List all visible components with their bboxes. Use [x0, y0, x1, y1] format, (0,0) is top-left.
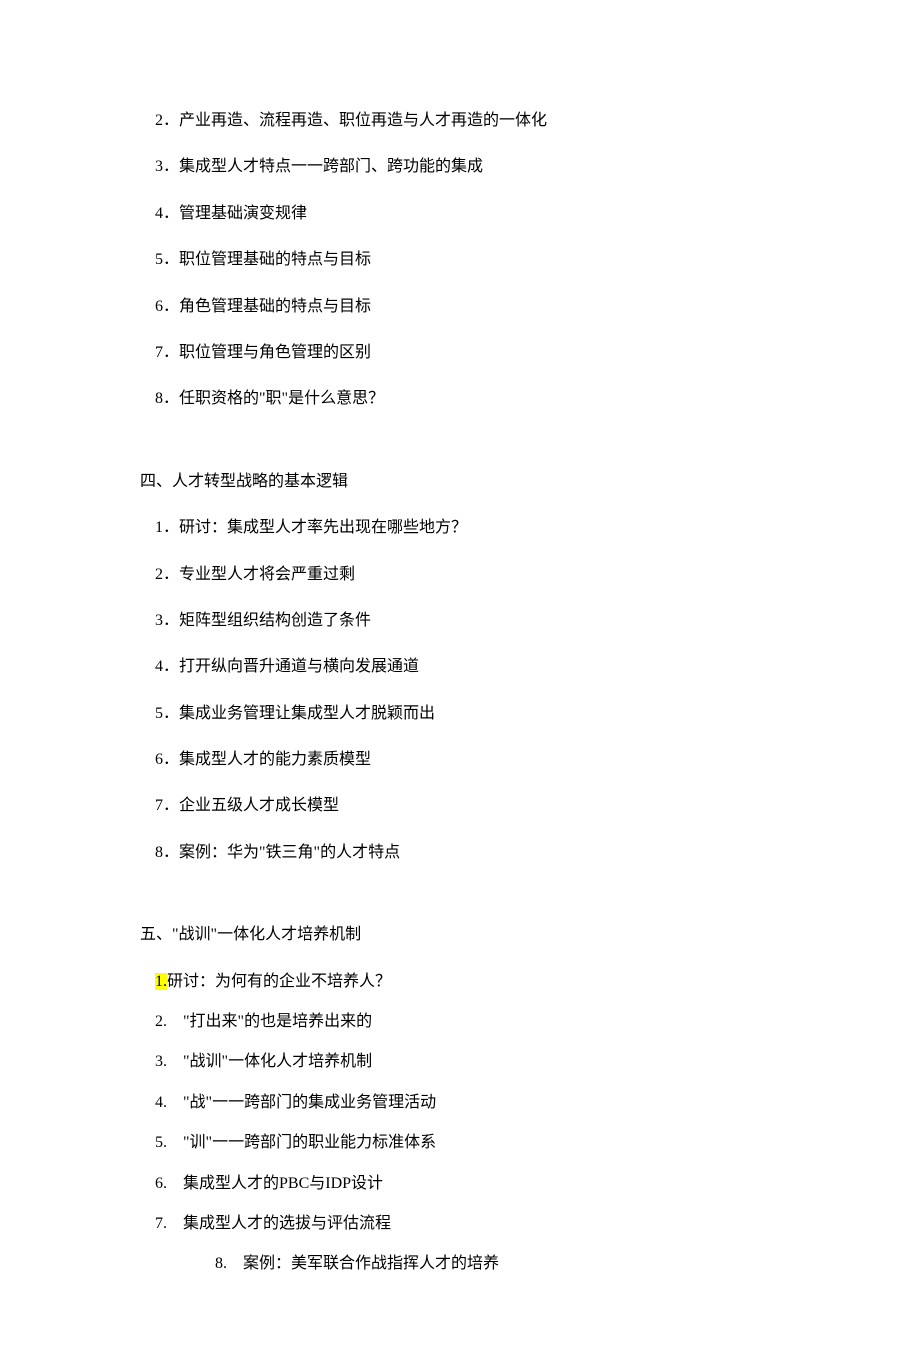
item-number: 8 [155, 390, 163, 407]
list-item: 8．案例：华为"铁三角"的人才特点 [60, 842, 860, 864]
list-item: 4．管理基础演变规律 [60, 203, 860, 225]
item-number: 6 [155, 298, 163, 315]
list-item: 6．角色管理基础的特点与目标 [60, 296, 860, 318]
item-text: ．产业再造、流程再造、职位再造与人才再造的一体化 [163, 112, 547, 129]
item-number: 3 [155, 158, 163, 175]
item-text: ．集成业务管理让集成型人才脱颖而出 [163, 705, 435, 722]
item-text: ．管理基础演变规律 [163, 205, 307, 222]
item-text: 研讨：为何有的企业不培养人？ [167, 973, 391, 990]
item-number: 7 [155, 797, 163, 814]
list-item: 1.研讨：为何有的企业不培养人？ [60, 971, 860, 993]
item-number: 4 [155, 658, 163, 675]
item-number: 7 [155, 344, 163, 361]
list-item: 2．产业再造、流程再造、职位再造与人才再造的一体化 [60, 110, 860, 132]
item-text: ．矩阵型组织结构创造了条件 [163, 612, 371, 629]
list-item: 5．集成业务管理让集成型人才脱颖而出 [60, 703, 860, 725]
item-number: 7. [155, 1215, 167, 1232]
item-number: 1. [155, 973, 167, 990]
item-number: 8. [215, 1255, 227, 1272]
list-item: 3．矩阵型组织结构创造了条件 [60, 610, 860, 632]
item-text: ．职位管理与角色管理的区别 [163, 344, 371, 361]
list-item: 4. "战"一一跨部门的集成业务管理活动 [60, 1092, 860, 1114]
item-number: 3 [155, 612, 163, 629]
item-text: ．职位管理基础的特点与目标 [163, 251, 371, 268]
section-5-heading: 五、"战训"一体化人才培养机制 [60, 924, 860, 946]
list-item: 4．打开纵向晋升通道与横向发展通道 [60, 656, 860, 678]
list-item: 6. 集成型人才的PBC与IDP设计 [60, 1173, 860, 1195]
item-text: "训"一一跨部门的职业能力标准体系 [167, 1134, 436, 1151]
item-text: "战"一一跨部门的集成业务管理活动 [167, 1094, 436, 1111]
list-item: 7．职位管理与角色管理的区别 [60, 342, 860, 364]
item-text: 集成型人才的PBC与IDP设计 [167, 1175, 383, 1192]
item-number: 4 [155, 205, 163, 222]
item-text: "战训"一体化人才培养机制 [167, 1053, 372, 1070]
item-text: ．研讨：集成型人才率先出现在哪些地方？ [163, 519, 467, 536]
item-text: ．案例：华为"铁三角"的人才特点 [163, 844, 400, 861]
item-text: 集成型人才的选拔与评估流程 [167, 1215, 391, 1232]
item-text: ．任职资格的"职"是什么意思？ [163, 390, 384, 407]
item-text: ．集成型人才的能力素质模型 [163, 751, 371, 768]
item-number: 1 [155, 519, 163, 536]
item-text: ．企业五级人才成长模型 [163, 797, 339, 814]
list-item: 8. 案例：美军联合作战指挥人才的培养 [60, 1253, 860, 1275]
item-text: ．专业型人才将会严重过剩 [163, 566, 355, 583]
item-text: "打出来"的也是培养出来的 [167, 1013, 372, 1030]
list-item: 2．专业型人才将会严重过剩 [60, 564, 860, 586]
item-number: 6 [155, 751, 163, 768]
list-item: 3. "战训"一体化人才培养机制 [60, 1051, 860, 1073]
item-text: ．集成型人才特点一一跨部门、跨功能的集成 [163, 158, 483, 175]
item-number: 5 [155, 705, 163, 722]
item-number: 2 [155, 112, 163, 129]
item-number: 5. [155, 1134, 167, 1151]
item-text: ．打开纵向晋升通道与横向发展通道 [163, 658, 419, 675]
list-item: 2. "打出来"的也是培养出来的 [60, 1011, 860, 1033]
document-page: 2．产业再造、流程再造、职位再造与人才再造的一体化 3．集成型人才特点一一跨部门… [0, 0, 920, 1354]
list-item: 1．研讨：集成型人才率先出现在哪些地方？ [60, 517, 860, 539]
list-item: 7．企业五级人才成长模型 [60, 795, 860, 817]
list-item: 5. "训"一一跨部门的职业能力标准体系 [60, 1132, 860, 1154]
list-item: 5．职位管理基础的特点与目标 [60, 249, 860, 271]
list-item: 3．集成型人才特点一一跨部门、跨功能的集成 [60, 156, 860, 178]
item-text: 案例：美军联合作战指挥人才的培养 [227, 1255, 499, 1272]
section-5-list: 1.研讨：为何有的企业不培养人？ 2. "打出来"的也是培养出来的 3. "战训… [60, 971, 860, 1276]
item-number: 2 [155, 566, 163, 583]
list-item: 8．任职资格的"职"是什么意思？ [60, 388, 860, 410]
section-4-heading: 四、人才转型战略的基本逻辑 [60, 471, 860, 493]
item-number: 2. [155, 1013, 167, 1030]
section-4-list: 1．研讨：集成型人才率先出现在哪些地方？ 2．专业型人才将会严重过剩 3．矩阵型… [60, 517, 860, 864]
section-3-list: 2．产业再造、流程再造、职位再造与人才再造的一体化 3．集成型人才特点一一跨部门… [60, 110, 860, 411]
item-number: 4. [155, 1094, 167, 1111]
item-number: 8 [155, 844, 163, 861]
list-item: 6．集成型人才的能力素质模型 [60, 749, 860, 771]
list-item: 7. 集成型人才的选拔与评估流程 [60, 1213, 860, 1235]
item-number: 5 [155, 251, 163, 268]
item-number: 3. [155, 1053, 167, 1070]
item-number: 6. [155, 1175, 167, 1192]
item-text: ．角色管理基础的特点与目标 [163, 298, 371, 315]
